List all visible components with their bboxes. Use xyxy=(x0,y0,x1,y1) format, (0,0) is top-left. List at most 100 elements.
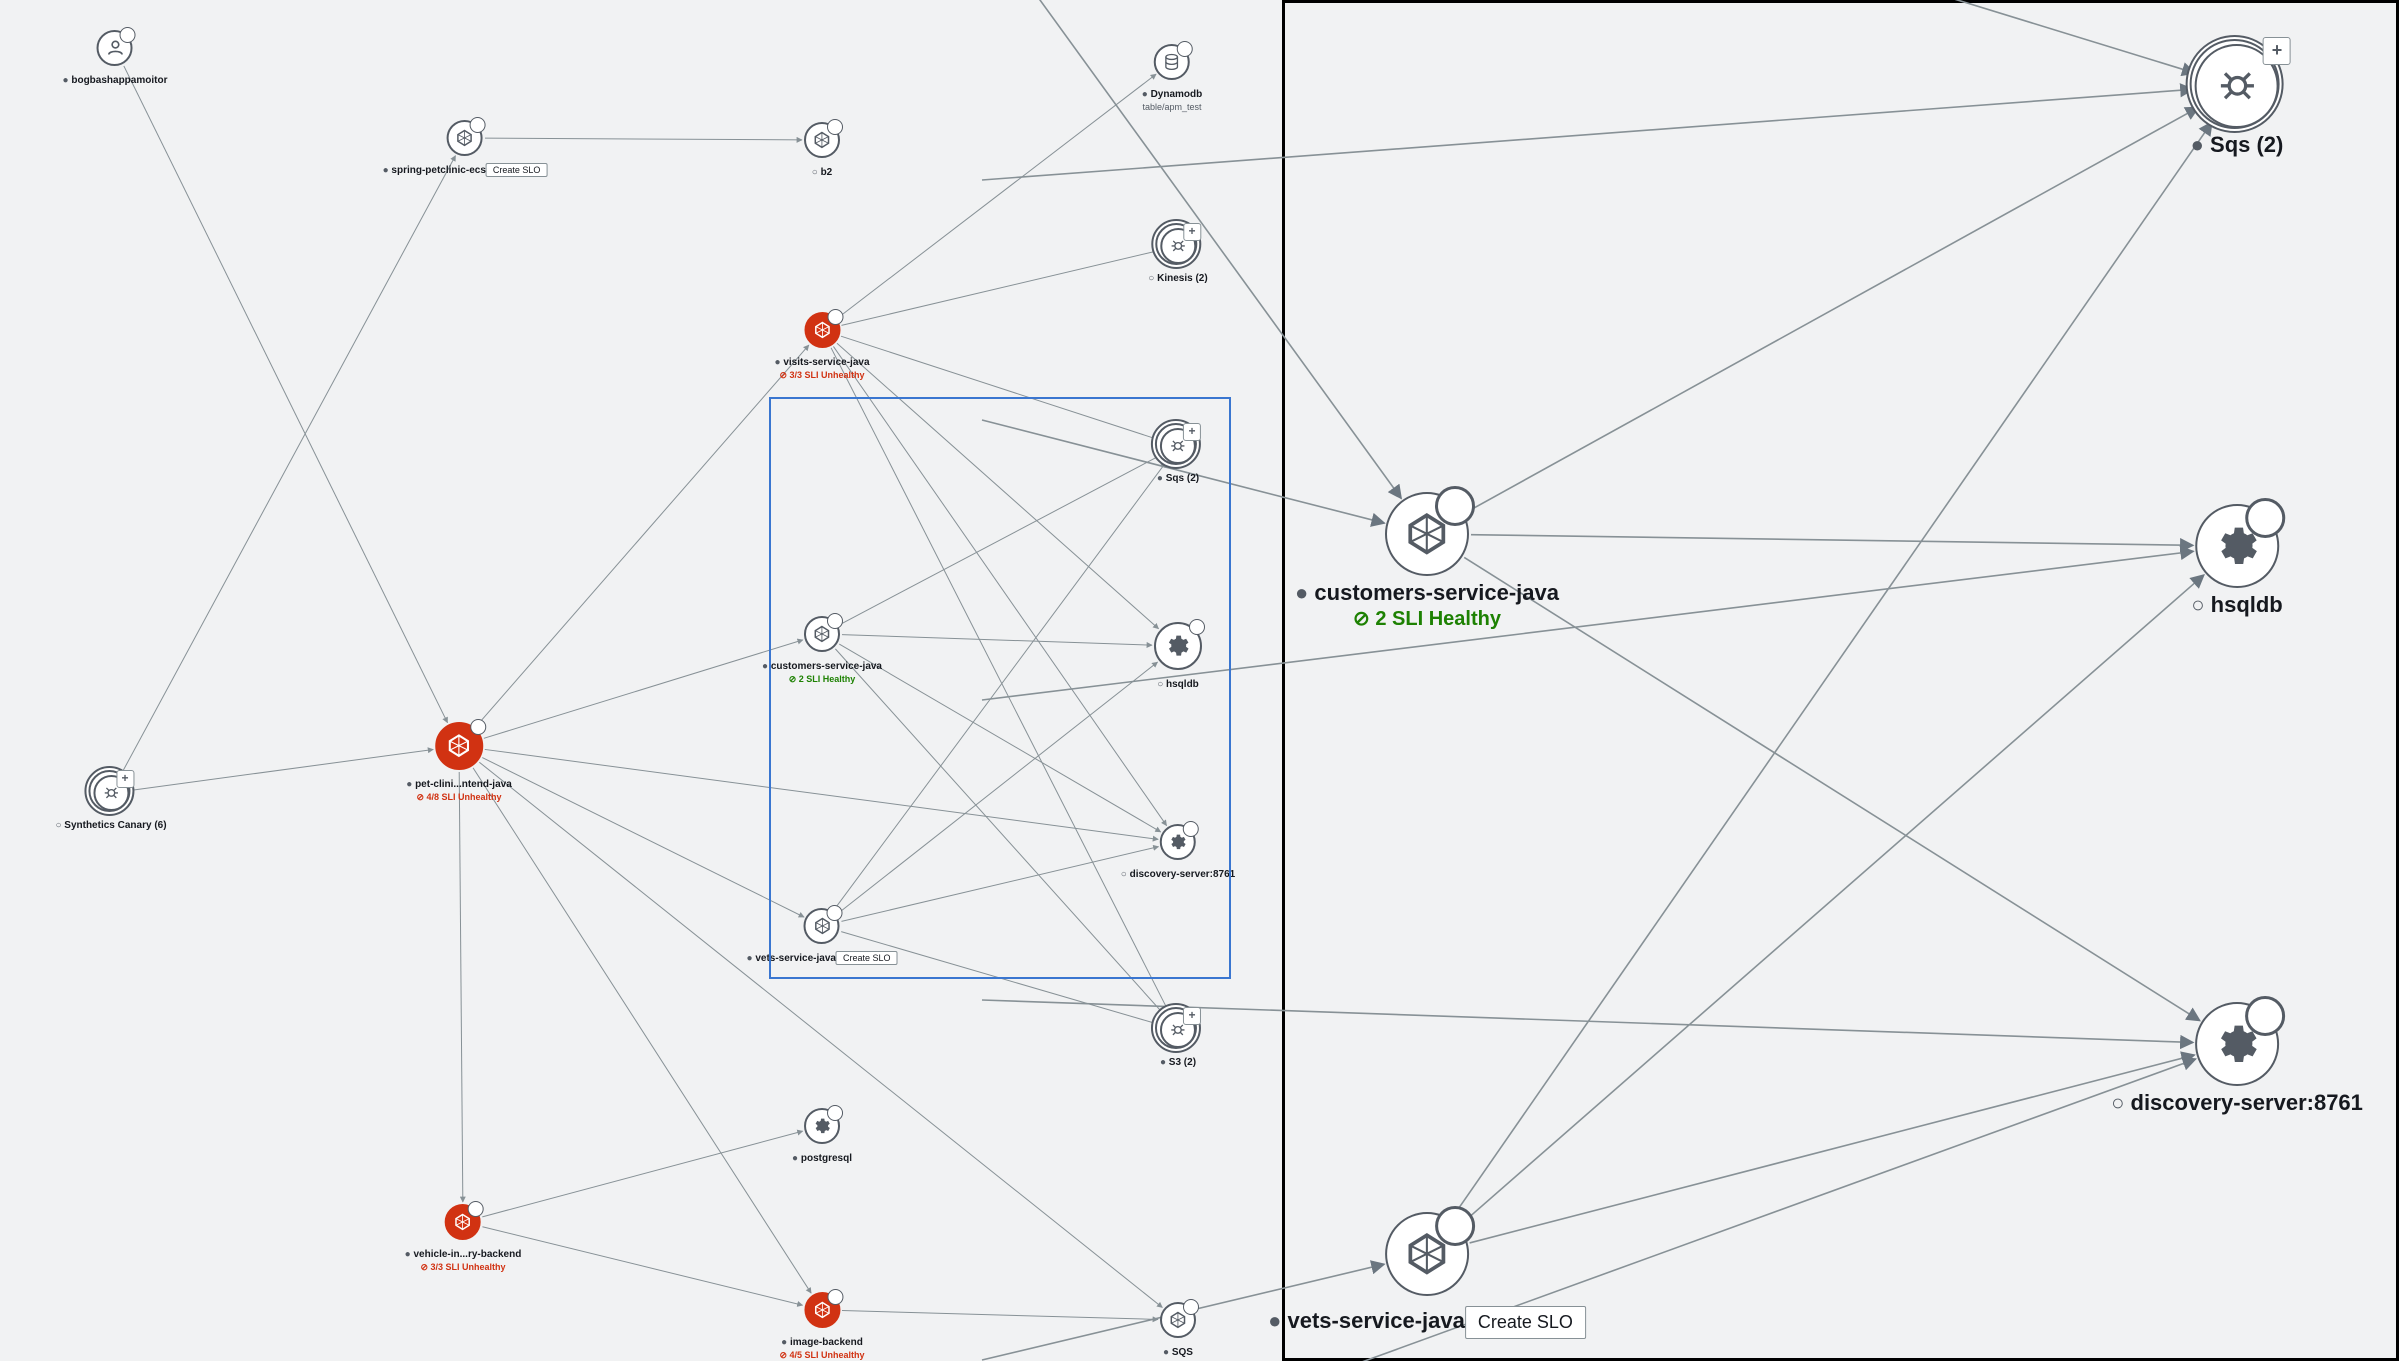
node-label: Synthetics Canary (6) xyxy=(55,820,166,831)
node-badge-icon xyxy=(827,1289,843,1305)
node-label: Kinesis (2) xyxy=(1148,273,1207,284)
node-icon[interactable] xyxy=(447,120,483,156)
node-icon[interactable] xyxy=(1154,622,1202,670)
node-canary[interactable]: + Synthetics Canary (6) xyxy=(55,775,166,833)
node-icon[interactable] xyxy=(1160,1302,1196,1338)
node-label: customers-service-java xyxy=(1295,580,1559,605)
node-icon[interactable]: + xyxy=(93,775,129,811)
node-badge-icon xyxy=(827,613,843,629)
stage: bogbashappamoitorspring-petclinic-ecsCre… xyxy=(0,0,2399,1361)
detail-panel[interactable] xyxy=(1282,0,2399,1361)
node-label: discovery-server:8761 xyxy=(1121,869,1235,880)
node-badge-icon xyxy=(827,905,843,921)
node-icon[interactable] xyxy=(804,616,840,652)
create-slo-button[interactable]: Create SLO xyxy=(1465,1306,1586,1339)
node-badge-icon xyxy=(827,119,843,135)
node-b2[interactable]: b2 xyxy=(804,122,840,180)
node-label: Sqs (2) xyxy=(2191,132,2284,157)
node-badge-icon xyxy=(2245,996,2285,1036)
node-hsqldb[interactable]: hsqldb xyxy=(2191,504,2283,618)
node-customers[interactable]: customers-service-java 2 SLI Healthy xyxy=(762,616,882,685)
node-icon[interactable] xyxy=(804,1108,840,1144)
node-kinesis[interactable]: + Kinesis (2) xyxy=(1148,228,1207,286)
node-frontend[interactable]: pet-clini...ntend-java 4/8 SLI Unhealthy xyxy=(406,722,512,803)
node-vehicle[interactable]: vehicle-in...ry-backend 3/3 SLI Unhealthy xyxy=(405,1204,522,1273)
node-vets[interactable]: vets-service-javaCreate SLO xyxy=(1268,1212,1586,1339)
node-icon[interactable] xyxy=(1154,44,1190,80)
node-icon[interactable] xyxy=(804,312,840,348)
sli-status: 3/3 SLI Unhealthy xyxy=(775,370,870,381)
node-sqs2[interactable]: SQS xyxy=(1160,1302,1196,1360)
node-label: vehicle-in...ry-backend xyxy=(405,1249,522,1260)
node-icon[interactable] xyxy=(804,1292,840,1328)
expand-icon[interactable]: + xyxy=(1183,423,1201,441)
create-slo-button[interactable]: Create SLO xyxy=(836,951,898,965)
node-badge-icon xyxy=(468,1201,484,1217)
node-label: Dynamodb xyxy=(1142,89,1203,100)
node-icon[interactable] xyxy=(445,1204,481,1240)
sli-status: 4/8 SLI Unhealthy xyxy=(406,792,512,803)
node-discovery[interactable]: discovery-server:8761 xyxy=(2111,1002,2363,1116)
node-sqs[interactable]: + Sqs (2) xyxy=(2191,44,2284,158)
node-discovery[interactable]: discovery-server:8761 xyxy=(1121,824,1235,882)
node-label: visits-service-java xyxy=(775,357,870,368)
node-badge-icon xyxy=(1183,1299,1199,1315)
node-vets[interactable]: vets-service-javaCreate SLO xyxy=(747,908,898,966)
sli-status: 2 SLI Healthy xyxy=(1295,606,1559,631)
node-label: spring-petclinic-ecs xyxy=(383,165,486,176)
sli-status: 3/3 SLI Unhealthy xyxy=(405,1262,522,1273)
node-image[interactable]: image-backend 4/5 SLI Unhealthy xyxy=(779,1292,864,1361)
node-dynamo[interactable]: Dynamodb table/apm_test xyxy=(1142,44,1203,112)
node-hsqldb[interactable]: hsqldb xyxy=(1154,622,1202,692)
expand-icon[interactable]: + xyxy=(1183,223,1201,241)
node-icon[interactable] xyxy=(435,722,483,770)
node-label: customers-service-java xyxy=(762,661,882,672)
node-badge-icon xyxy=(1183,821,1199,837)
node-badge-icon xyxy=(120,27,136,43)
node-icon[interactable] xyxy=(2195,504,2279,588)
node-s3[interactable]: + S3 (2) xyxy=(1160,1012,1196,1070)
node-customers[interactable]: customers-service-java2 SLI Healthy xyxy=(1295,492,1559,631)
node-label: S3 (2) xyxy=(1160,1057,1196,1068)
node-spring[interactable]: spring-petclinic-ecsCreate SLO xyxy=(383,120,548,178)
node-icon[interactable] xyxy=(804,122,840,158)
node-bogba[interactable]: bogbashappamoitor xyxy=(63,30,168,88)
node-icon[interactable]: + xyxy=(2195,44,2279,128)
node-label: vets-service-java xyxy=(1268,1308,1465,1333)
overview-panel[interactable] xyxy=(0,0,1282,1361)
node-icon[interactable] xyxy=(2195,1002,2279,1086)
node-icon[interactable] xyxy=(1160,824,1196,860)
node-badge-icon xyxy=(2245,498,2285,538)
node-icon[interactable]: + xyxy=(1160,1012,1196,1048)
node-badge-icon xyxy=(470,117,486,133)
node-label: b2 xyxy=(812,167,833,178)
node-sqs[interactable]: +Sqs (2) xyxy=(1157,428,1199,486)
create-slo-button[interactable]: Create SLO xyxy=(486,163,548,177)
node-label: hsqldb xyxy=(1157,679,1199,690)
node-postgres[interactable]: postgresql xyxy=(792,1108,852,1166)
node-icon[interactable]: + xyxy=(1160,428,1196,464)
node-icon[interactable] xyxy=(1385,1212,1469,1296)
expand-icon[interactable]: + xyxy=(1183,1007,1201,1025)
sli-status: 4/5 SLI Unhealthy xyxy=(779,1350,864,1361)
node-label: pet-clini...ntend-java xyxy=(406,779,512,790)
node-icon[interactable]: + xyxy=(1160,228,1196,264)
node-label: image-backend xyxy=(781,1337,863,1348)
node-icon[interactable] xyxy=(97,30,133,66)
node-label: bogbashappamoitor xyxy=(63,75,168,86)
expand-icon[interactable]: + xyxy=(116,770,134,788)
node-label: postgresql xyxy=(792,1153,852,1164)
node-sublabel: table/apm_test xyxy=(1142,102,1203,112)
node-icon[interactable] xyxy=(804,908,840,944)
sli-status: 2 SLI Healthy xyxy=(762,674,882,685)
node-badge-icon xyxy=(1177,41,1193,57)
node-label: SQS xyxy=(1163,1347,1193,1358)
node-badge-icon xyxy=(1435,486,1475,526)
node-visits[interactable]: visits-service-java 3/3 SLI Unhealthy xyxy=(775,312,870,381)
node-badge-icon xyxy=(1189,619,1205,635)
node-label: hsqldb xyxy=(2191,592,2283,617)
expand-icon[interactable]: + xyxy=(2263,37,2291,65)
node-icon[interactable] xyxy=(1385,492,1469,576)
node-badge-icon xyxy=(827,309,843,325)
node-badge-icon xyxy=(470,719,486,735)
